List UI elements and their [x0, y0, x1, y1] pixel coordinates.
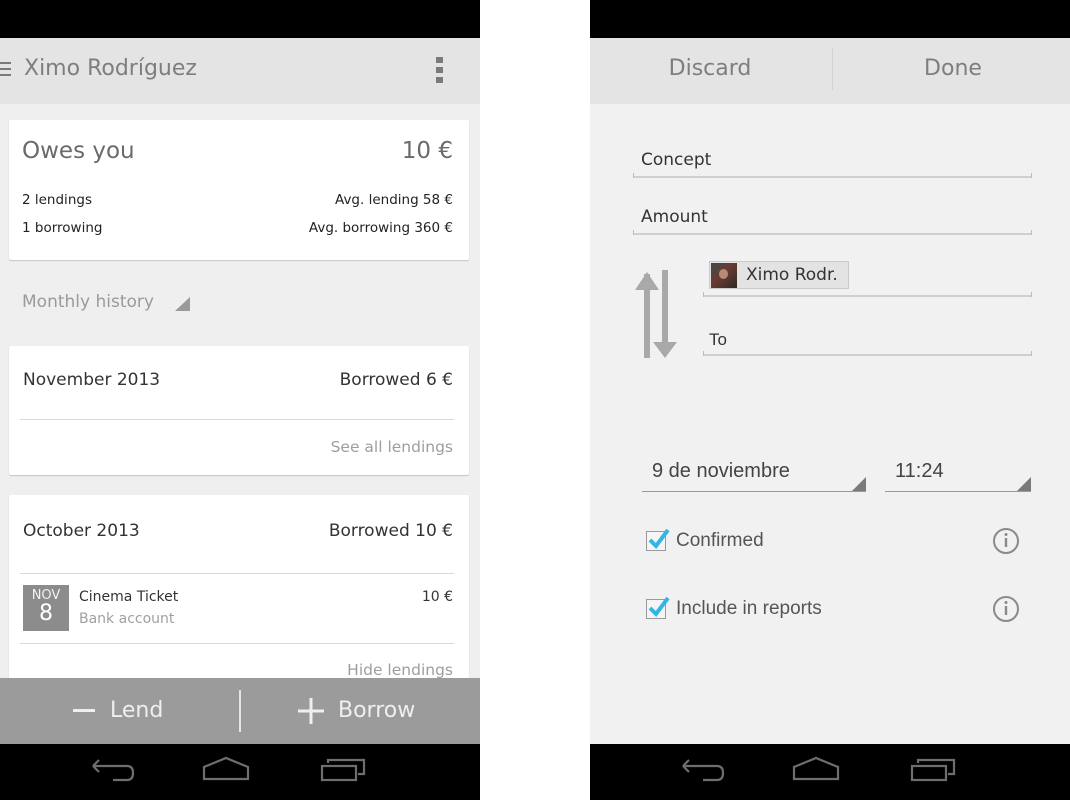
dropdown-triangle-icon [852, 477, 866, 491]
minus-icon [73, 709, 95, 712]
month-card: October 2013 Borrowed 10 € NOV 8 Cinema … [9, 495, 469, 695]
balance-summary-card: Owes you 10 € 2 lendings 1 borrowing Avg… [9, 120, 469, 260]
system-nav-bar [0, 744, 480, 800]
back-icon[interactable] [85, 754, 135, 788]
entry-account: Bank account [79, 611, 175, 627]
confirmed-label[interactable]: Confirmed [676, 530, 764, 552]
checkmark-icon [648, 596, 670, 618]
concept-input[interactable]: Concept [633, 142, 1032, 178]
info-icon[interactable] [992, 527, 1020, 555]
home-icon[interactable] [201, 754, 251, 788]
see-all-lendings-link[interactable]: See all lendings [331, 438, 453, 456]
avg-borrowing: Avg. borrowing 360 € [308, 220, 453, 236]
bottom-action-bar: Lend Borrow [0, 678, 480, 744]
confirmed-row: Confirmed [646, 527, 1036, 557]
date-badge-day: 8 [39, 601, 53, 626]
divider [20, 643, 454, 644]
entry-title: Cinema Ticket [79, 589, 179, 605]
contact-chip-name: Ximo Rodr. [746, 265, 838, 285]
from-contact-chip[interactable]: Ximo Rodr. [709, 261, 849, 289]
borrowings-count: 1 borrowing [22, 220, 103, 236]
input-underline [703, 292, 1032, 297]
input-underline [633, 230, 1032, 235]
back-icon[interactable] [675, 754, 725, 788]
checkmark-icon [648, 528, 670, 550]
date-value: 9 de noviembre [652, 460, 790, 482]
hamburger-icon[interactable] [0, 62, 11, 78]
date-badge: NOV 8 [23, 585, 69, 631]
month-title: November 2013 [23, 370, 161, 390]
month-title: October 2013 [23, 521, 140, 541]
done-discard-bar: Discard Done [590, 38, 1070, 104]
monthly-history-selector[interactable]: Monthly history [22, 292, 154, 312]
spinner-underline [642, 491, 866, 492]
lend-button[interactable]: Lend [0, 678, 240, 744]
lend-label: Lend [110, 698, 164, 723]
to-placeholder: To [709, 330, 727, 349]
person-name-title: Ximo Rodríguez [24, 56, 197, 81]
discard-button[interactable]: Discard [590, 38, 830, 104]
home-icon[interactable] [791, 754, 841, 788]
recents-icon[interactable] [908, 754, 958, 788]
lendings-count: 2 lendings [22, 192, 92, 208]
borrow-label: Borrow [338, 698, 416, 723]
info-icon[interactable] [992, 595, 1020, 623]
status-bar [590, 0, 1070, 38]
include-reports-row: Include in reports [646, 595, 1036, 625]
done-button[interactable]: Done [833, 38, 1070, 104]
avg-lending: Avg. lending 58 € [335, 192, 453, 208]
confirmed-checkbox[interactable] [646, 528, 670, 551]
divider [20, 419, 454, 420]
amount-input[interactable]: Amount [633, 199, 1032, 235]
concept-placeholder: Concept [641, 150, 712, 170]
entry-amount: 10 € [421, 589, 453, 605]
month-total: Borrowed 6 € [339, 370, 453, 390]
amount-placeholder: Amount [641, 207, 708, 227]
include-in-reports-checkbox[interactable] [646, 596, 670, 619]
month-total: Borrowed 10 € [328, 521, 453, 541]
new-transaction-screen: Discard Done Concept Amount Ximo Rodr. T… [590, 0, 1070, 800]
include-in-reports-label[interactable]: Include in reports [676, 598, 822, 620]
plus-icon [298, 698, 324, 724]
swap-direction-icon[interactable] [634, 268, 678, 362]
borrow-button[interactable]: Borrow [241, 678, 480, 744]
date-spinner[interactable]: 9 de noviembre [642, 456, 866, 492]
status-bar [0, 0, 480, 38]
action-bar: Ximo Rodríguez [0, 38, 480, 104]
balance-amount: 10 € [401, 138, 453, 164]
hide-lendings-link[interactable]: Hide lendings [347, 661, 453, 679]
dropdown-triangle-icon [1017, 477, 1031, 491]
spinner-underline [885, 491, 1031, 492]
person-detail-screen: Ximo Rodríguez Owes you 10 € 2 lendings … [0, 0, 480, 800]
more-vert-icon[interactable] [436, 57, 446, 85]
avatar [711, 263, 737, 288]
divider [20, 573, 454, 574]
input-underline [633, 173, 1032, 178]
time-spinner[interactable]: 11:24 [885, 456, 1031, 492]
time-value: 11:24 [895, 460, 944, 482]
month-card: November 2013 Borrowed 6 € See all lendi… [9, 346, 469, 475]
balance-label: Owes you [22, 138, 135, 164]
system-nav-bar [590, 744, 1070, 800]
recents-icon[interactable] [318, 754, 368, 788]
to-input[interactable]: To [703, 320, 1032, 356]
input-underline [703, 351, 1032, 356]
dropdown-triangle-icon[interactable] [175, 297, 190, 311]
